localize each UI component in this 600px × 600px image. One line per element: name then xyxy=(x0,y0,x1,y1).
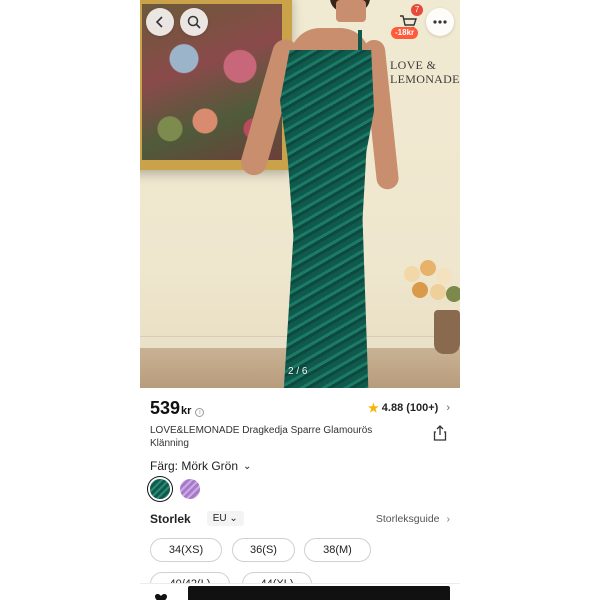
size-header: Storlek EU ⌄ Storleksguide › xyxy=(150,511,450,526)
price-currency: kr xyxy=(181,405,192,417)
rating-value: 4.88 xyxy=(381,402,404,414)
rating-summary[interactable]: ★ 4.88 (100+) › xyxy=(368,401,450,415)
search-icon xyxy=(187,15,201,29)
chevron-right-icon: › xyxy=(446,402,450,414)
swatch-lilac[interactable] xyxy=(180,479,200,499)
size-unit-select[interactable]: EU ⌄ xyxy=(206,511,244,526)
product-image[interactable]: LOVE & LEMONADE 7 -18kr 2 / 6 xyxy=(140,0,460,388)
size-label: Storlek xyxy=(150,511,191,526)
model-neck xyxy=(336,0,366,22)
share-icon[interactable] xyxy=(432,425,448,441)
brand-watermark: LOVE & LEMONADE xyxy=(390,58,460,86)
heart-icon[interactable] xyxy=(154,593,168,600)
size-unit-value: EU xyxy=(212,513,227,524)
product-title: LOVE&LEMONADE Dragkedja Sparre Glamourös… xyxy=(150,425,373,449)
search-button[interactable] xyxy=(180,8,208,36)
size-guide-link[interactable]: Storleksguide › xyxy=(376,513,450,525)
brand-watermark-line1: LOVE & xyxy=(390,58,437,72)
size-option[interactable]: 36(S) xyxy=(232,538,295,562)
chevron-right-icon: › xyxy=(446,512,451,525)
color-selector[interactable]: Färg: Mörk Grön ⌄ xyxy=(150,459,251,473)
cart-discount-badge: -18kr xyxy=(391,27,419,39)
green-sequin-dress xyxy=(280,50,375,388)
color-label: Färg: Mörk Grön xyxy=(150,459,239,473)
back-button[interactable] xyxy=(146,8,174,36)
color-swatches xyxy=(150,479,200,499)
size-guide-label: Storleksguide xyxy=(375,512,440,525)
vase xyxy=(434,310,460,354)
more-options-button[interactable] xyxy=(426,8,454,36)
cart-count-badge: 7 xyxy=(411,4,423,16)
swatch-dark-green[interactable] xyxy=(150,479,170,499)
chevron-down-icon: ⌄ xyxy=(243,460,252,472)
info-icon[interactable]: i xyxy=(195,408,205,417)
image-pager: 2 / 6 xyxy=(288,366,308,377)
chevron-left-icon xyxy=(155,16,163,28)
size-option[interactable]: 34(XS) xyxy=(150,538,222,562)
more-horizontal-icon xyxy=(433,20,447,24)
chevron-down-icon: ⌄ xyxy=(229,513,238,524)
add-to-cart-button[interactable] xyxy=(188,586,450,600)
price: 539 kr i xyxy=(150,398,205,419)
rating-count: (100+) xyxy=(406,402,439,414)
star-icon: ★ xyxy=(368,401,379,415)
size-option[interactable]: 38(M) xyxy=(304,538,371,562)
product-page: LOVE & LEMONADE 7 -18kr 2 / 6 539 kr i ★… xyxy=(140,0,460,600)
price-value: 539 xyxy=(150,398,181,418)
brand-watermark-line2: LEMONADE xyxy=(390,72,460,86)
bottom-action-bar xyxy=(140,583,460,600)
